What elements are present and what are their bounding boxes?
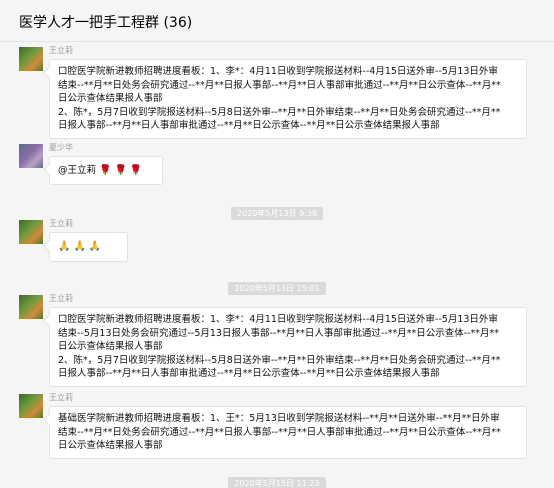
- sender-name: 王立莉: [49, 219, 73, 228]
- timestamp-row: 2020年5月13日 15:01: [0, 276, 554, 295]
- avatar[interactable]: [19, 295, 43, 319]
- message-line: 日公示查体结果报人事部: [58, 341, 163, 352]
- message-line: 结束--**月**日处务会研究通过--**月**日报人事部--**月**日人事部…: [58, 426, 501, 438]
- group-title: 医学人才一把手工程群 (36): [19, 15, 193, 31]
- chat-header: 医学人才一把手工程群 (36): [0, 0, 554, 42]
- pray-icon: 🙏: [88, 241, 102, 252]
- message-line: 日公示查体结果报人事部: [58, 93, 163, 104]
- message-line: 口腔医学院新进教师招聘进度看板：1、李*：4月11日收到学院报送材料--4月15…: [58, 66, 498, 77]
- mention-text: @王立莉: [58, 165, 97, 176]
- pray-icon: 🙏: [58, 241, 71, 252]
- message-line: 结束--**月**日处务会研究通过--**月**日报人事部--**月**日人事部…: [58, 79, 501, 91]
- message-line: 结束--5月13日处务会研究通过--5月13日报人事部--**月**日人事部审批…: [58, 327, 500, 339]
- message-bubble[interactable]: 口腔医学院新进教师招聘进度看板：1、李*：4月11日收到学院报送材料--4月15…: [49, 59, 527, 139]
- message-bubble[interactable]: @王立莉 🌹 🌹 🌹: [49, 156, 163, 185]
- sender-name: 王立莉: [49, 294, 73, 303]
- message-line: 日报人事部--**月**日人事部审批通过--**月**日公示查体--**月**日…: [58, 120, 440, 131]
- rose-icon: 🌹: [99, 165, 112, 176]
- timestamp-row: 2020年5月15日 11:23: [0, 471, 554, 488]
- timestamp: 2020年5月13日 15:01: [228, 282, 326, 295]
- message-line: 日公示查体结果报人事部: [58, 440, 163, 451]
- avatar[interactable]: [19, 394, 43, 418]
- sender-name: 王立莉: [49, 393, 73, 402]
- pray-icon: 🙏: [73, 241, 86, 252]
- avatar[interactable]: [19, 220, 43, 244]
- message-bubble[interactable]: 基础医学院新进教师招聘进度看板：1、王*：5月13日收到学院报送材料--**月*…: [49, 406, 527, 459]
- message-line: 口腔医学院新进教师招聘进度看板：1、李*：4月11日收到学院报送材料--4月15…: [58, 314, 498, 325]
- rose-icon: 🌹: [114, 165, 127, 176]
- avatar[interactable]: [19, 144, 43, 168]
- message-line: 2、陈*，5月7日收到学院报送材料--5月8日送外审--**月**日外审结束--…: [58, 354, 501, 366]
- message-bubble[interactable]: 口腔医学院新进教师招聘进度看板：1、李*：4月11日收到学院报送材料--4月15…: [49, 307, 527, 387]
- message-bubble[interactable]: 🙏 🙏 🙏: [49, 232, 128, 262]
- message-line: 日报人事部--**月**日人事部审批通过--**月**日公示查体--**月**日…: [58, 368, 440, 379]
- sender-name: 王立莉: [49, 46, 73, 55]
- message-line: 2、陈*，5月7日收到学院报送材料--5月8日送外审--**月**日外审结束--…: [58, 106, 501, 118]
- avatar[interactable]: [19, 47, 43, 71]
- sender-name: 夏少华: [49, 143, 73, 152]
- rose-icon: 🌹: [129, 165, 143, 176]
- message-list[interactable]: 王立莉 口腔医学院新进教师招聘进度看板：1、李*：4月11日收到学院报送材料--…: [0, 43, 554, 488]
- timestamp: 2020年5月13日 9:38: [230, 207, 324, 220]
- timestamp-row: 2020年5月13日 9:38: [0, 201, 554, 220]
- timestamp: 2020年5月15日 11:23: [228, 477, 326, 488]
- message-line: 基础医学院新进教师招聘进度看板：1、王*：5月13日收到学院报送材料--**月*…: [58, 413, 500, 424]
